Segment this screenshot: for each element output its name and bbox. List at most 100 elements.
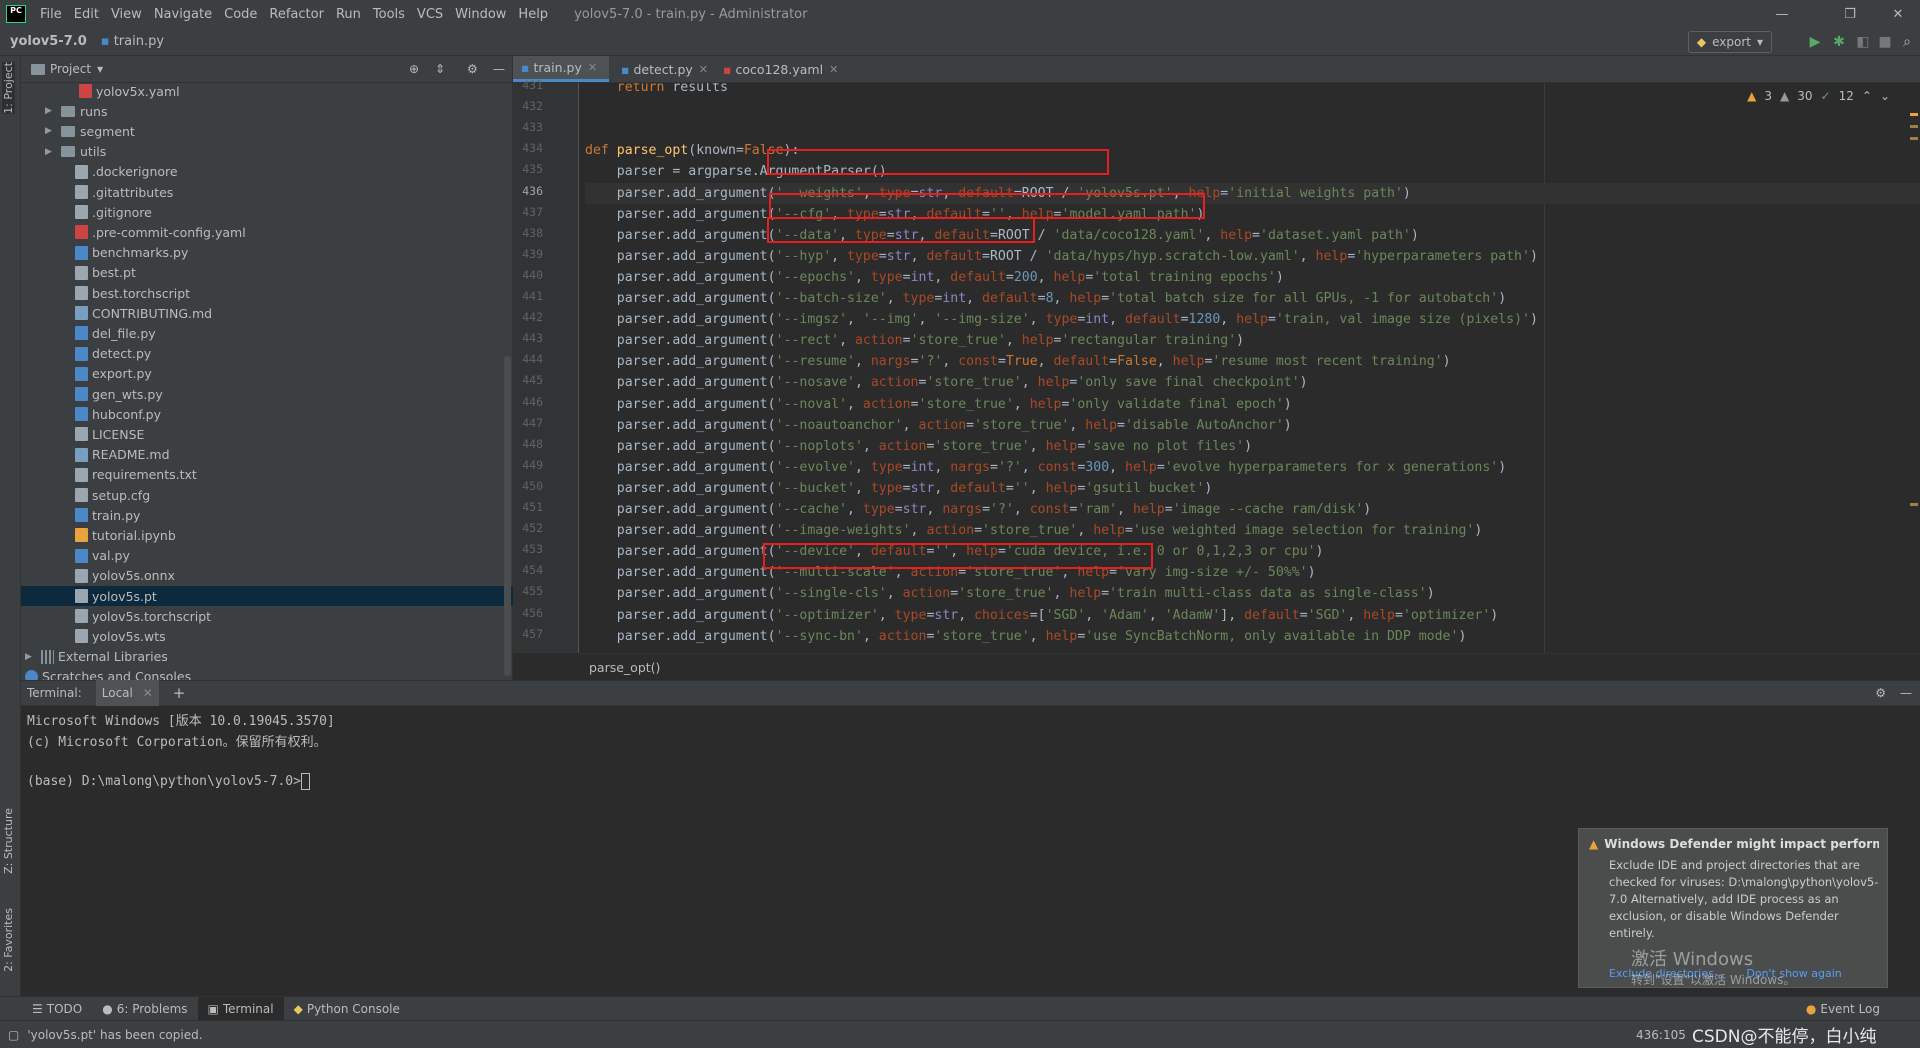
tree-item[interactable]: setup.cfg [21,485,565,505]
menu-file[interactable]: File [34,7,68,22]
inspection-widget[interactable]: ▲ 3 ▲ 30 ✓ 12 ⌃ ⌄ [1747,89,1890,103]
close-button[interactable]: ✕ [1876,0,1920,28]
chevron-right-icon[interactable]: ▶ [45,106,57,116]
code-line[interactable]: parser.add_argument('--resume', nargs='?… [585,351,1451,372]
run-icon[interactable]: ▶ [1806,33,1824,51]
tree-item[interactable]: detect.py [21,344,565,364]
tree-item[interactable]: LICENSE [21,424,565,444]
structure-tool-tab[interactable]: Z: Structure [2,808,15,874]
menu-refactor[interactable]: Refactor [263,7,330,22]
menu-edit[interactable]: Edit [68,7,105,22]
menu-navigate[interactable]: Navigate [148,7,218,22]
status-toggle-icon[interactable]: ▢ [8,1028,19,1042]
chevron-right-icon[interactable]: ▶ [45,126,57,136]
tree-item[interactable]: ▶ utils [21,142,535,162]
breadcrumb-file[interactable]: ▪ train.py [101,34,164,49]
project-tool-tab[interactable]: 1: Project [2,62,15,114]
caret-position[interactable]: 436:105 [1636,1028,1686,1042]
terminal-tab-local[interactable]: Local ✕ [95,680,159,706]
chevron-down-icon[interactable]: ⌄ [1880,89,1890,103]
terminal-tool-button[interactable]: ▣ Terminal [197,996,284,1021]
tree-item[interactable]: yolov5x.yaml [21,81,569,101]
tree-item[interactable]: gen_wts.py [21,384,565,404]
breadcrumb-function[interactable]: parse_opt() [589,660,660,675]
collapse-all-icon[interactable]: ⇕ [435,62,445,76]
tree-item[interactable]: CONTRIBUTING.md [21,303,565,323]
project-scrollbar[interactable] [504,356,511,676]
code-line[interactable]: parser.add_argument('--noplots', action=… [585,436,1252,457]
tree-item[interactable]: .gitignore [21,202,565,222]
code-line[interactable]: parser.add_argument('--image-weights', a… [585,520,1483,541]
search-icon[interactable]: ⌕ [1898,33,1916,51]
menu-view[interactable]: View [105,7,148,22]
favorites-tool-tab[interactable]: 2: Favorites [2,908,15,972]
menu-code[interactable]: Code [218,7,263,22]
maximize-button[interactable]: ❐ [1828,0,1872,28]
tree-item[interactable]: yolov5s.wts [21,626,565,646]
hide-icon[interactable]: — [493,62,505,76]
tree-item[interactable]: .pre-commit-config.yaml [21,222,565,242]
coverage-icon[interactable]: ◧ [1854,33,1872,51]
event-log-button[interactable]: ● Event Log [1796,997,1890,1021]
code-line[interactable]: parser.add_argument('--cache', type=str,… [585,499,1371,520]
tree-item[interactable]: best.pt [21,263,565,283]
hide-icon[interactable]: — [1900,686,1912,700]
tree-item[interactable]: .gitattributes [21,182,565,202]
error-stripe[interactable] [1910,113,1920,653]
tree-item[interactable]: .dockerignore [21,162,565,182]
code-line[interactable]: parser.add_argument('--imgsz', '--img', … [585,309,1538,330]
code-line[interactable]: parser.add_argument('--optimizer', type =… [585,605,1499,626]
chevron-right-icon[interactable]: ▶ [45,147,57,157]
tree-item[interactable]: hubconf.py [21,404,565,424]
gear-icon[interactable]: ⚙ [467,62,478,76]
add-terminal-icon[interactable]: + [173,684,186,702]
run-configuration-dropdown[interactable]: ◆ export ▾ [1687,31,1772,53]
tree-item[interactable]: ▶ runs [21,101,535,121]
code-line[interactable]: parser.add_argument('--rect', action='st… [585,330,1244,351]
menu-help[interactable]: Help [512,7,554,22]
close-tab-icon[interactable]: ✕ [588,61,597,74]
code-line[interactable]: parser.add_argument('--noautoanchor', ac… [585,415,1292,436]
tree-item[interactable]: requirements.txt [21,465,565,485]
code-line[interactable]: parser.add_argument('--hyp', type=str, d… [585,246,1538,267]
code-line[interactable]: parser.add_argument('--single-cls', acti… [585,583,1435,604]
tree-item[interactable]: train.py [21,505,565,525]
minimize-button[interactable]: — [1760,0,1804,28]
problems-tool-button[interactable]: ● 6: Problems [92,997,197,1021]
menu-vcs[interactable]: VCS [411,7,449,22]
tree-item[interactable]: del_file.py [21,323,565,343]
code-line[interactable]: parser.add_argument('--evolve', type=int… [585,457,1506,478]
stop-icon[interactable]: ■ [1876,33,1894,51]
tree-item[interactable]: yolov5s.pt [21,586,565,606]
code-line[interactable]: return results [585,83,728,98]
menu-tools[interactable]: Tools [367,7,411,22]
tree-item[interactable]: yolov5s.onnx [21,566,565,586]
tree-item[interactable]: benchmarks.py [21,243,565,263]
tree-item[interactable]: val.py [21,546,565,566]
todo-tool-button[interactable]: ☰ TODO [22,997,92,1021]
code-editor[interactable]: ▲ 3 ▲ 30 ✓ 12 ⌃ ⌄ return results def parse_o… [579,83,1920,653]
code-line[interactable]: parser.add_argument('--sync-bn', action=… [585,626,1467,647]
debug-icon[interactable]: ✱ [1830,33,1848,51]
menu-run[interactable]: Run [330,7,367,22]
chevron-up-icon[interactable]: ⌃ [1862,89,1872,103]
gear-icon[interactable]: ⚙ [1875,686,1886,700]
chevron-right-icon[interactable]: ▶ [25,652,37,662]
menu-window[interactable]: Window [449,7,512,22]
tab-coco128-yaml[interactable]: ▪ coco128.yaml ✕ [715,56,846,82]
close-tab-icon[interactable]: ✕ [143,686,153,700]
python-console-tool-button[interactable]: ◆ Python Console [284,997,410,1021]
close-tab-icon[interactable]: ✕ [699,63,708,76]
tree-item[interactable]: best.torchscript [21,283,565,303]
tree-item[interactable]: ▶ segment [21,121,535,141]
code-line[interactable]: parser.add_argument('--epochs', type=int… [585,267,1284,288]
chevron-down-icon[interactable]: ▾ [97,62,103,76]
code-line[interactable]: parser.add_argument('--noval', action='s… [585,394,1292,415]
tree-item[interactable]: tutorial.ipynb [21,525,565,545]
editor-breadcrumb[interactable]: parse_opt() [579,653,1920,680]
tree-item[interactable]: ▶ External Libraries [21,647,515,667]
code-line[interactable]: parser.add_argument('--batch-size', type… [585,288,1506,309]
tree-item[interactable]: README.md [21,445,565,465]
close-tab-icon[interactable]: ✕ [829,63,838,76]
code-line[interactable]: parser.add_argument('--nosave', action='… [585,372,1308,393]
